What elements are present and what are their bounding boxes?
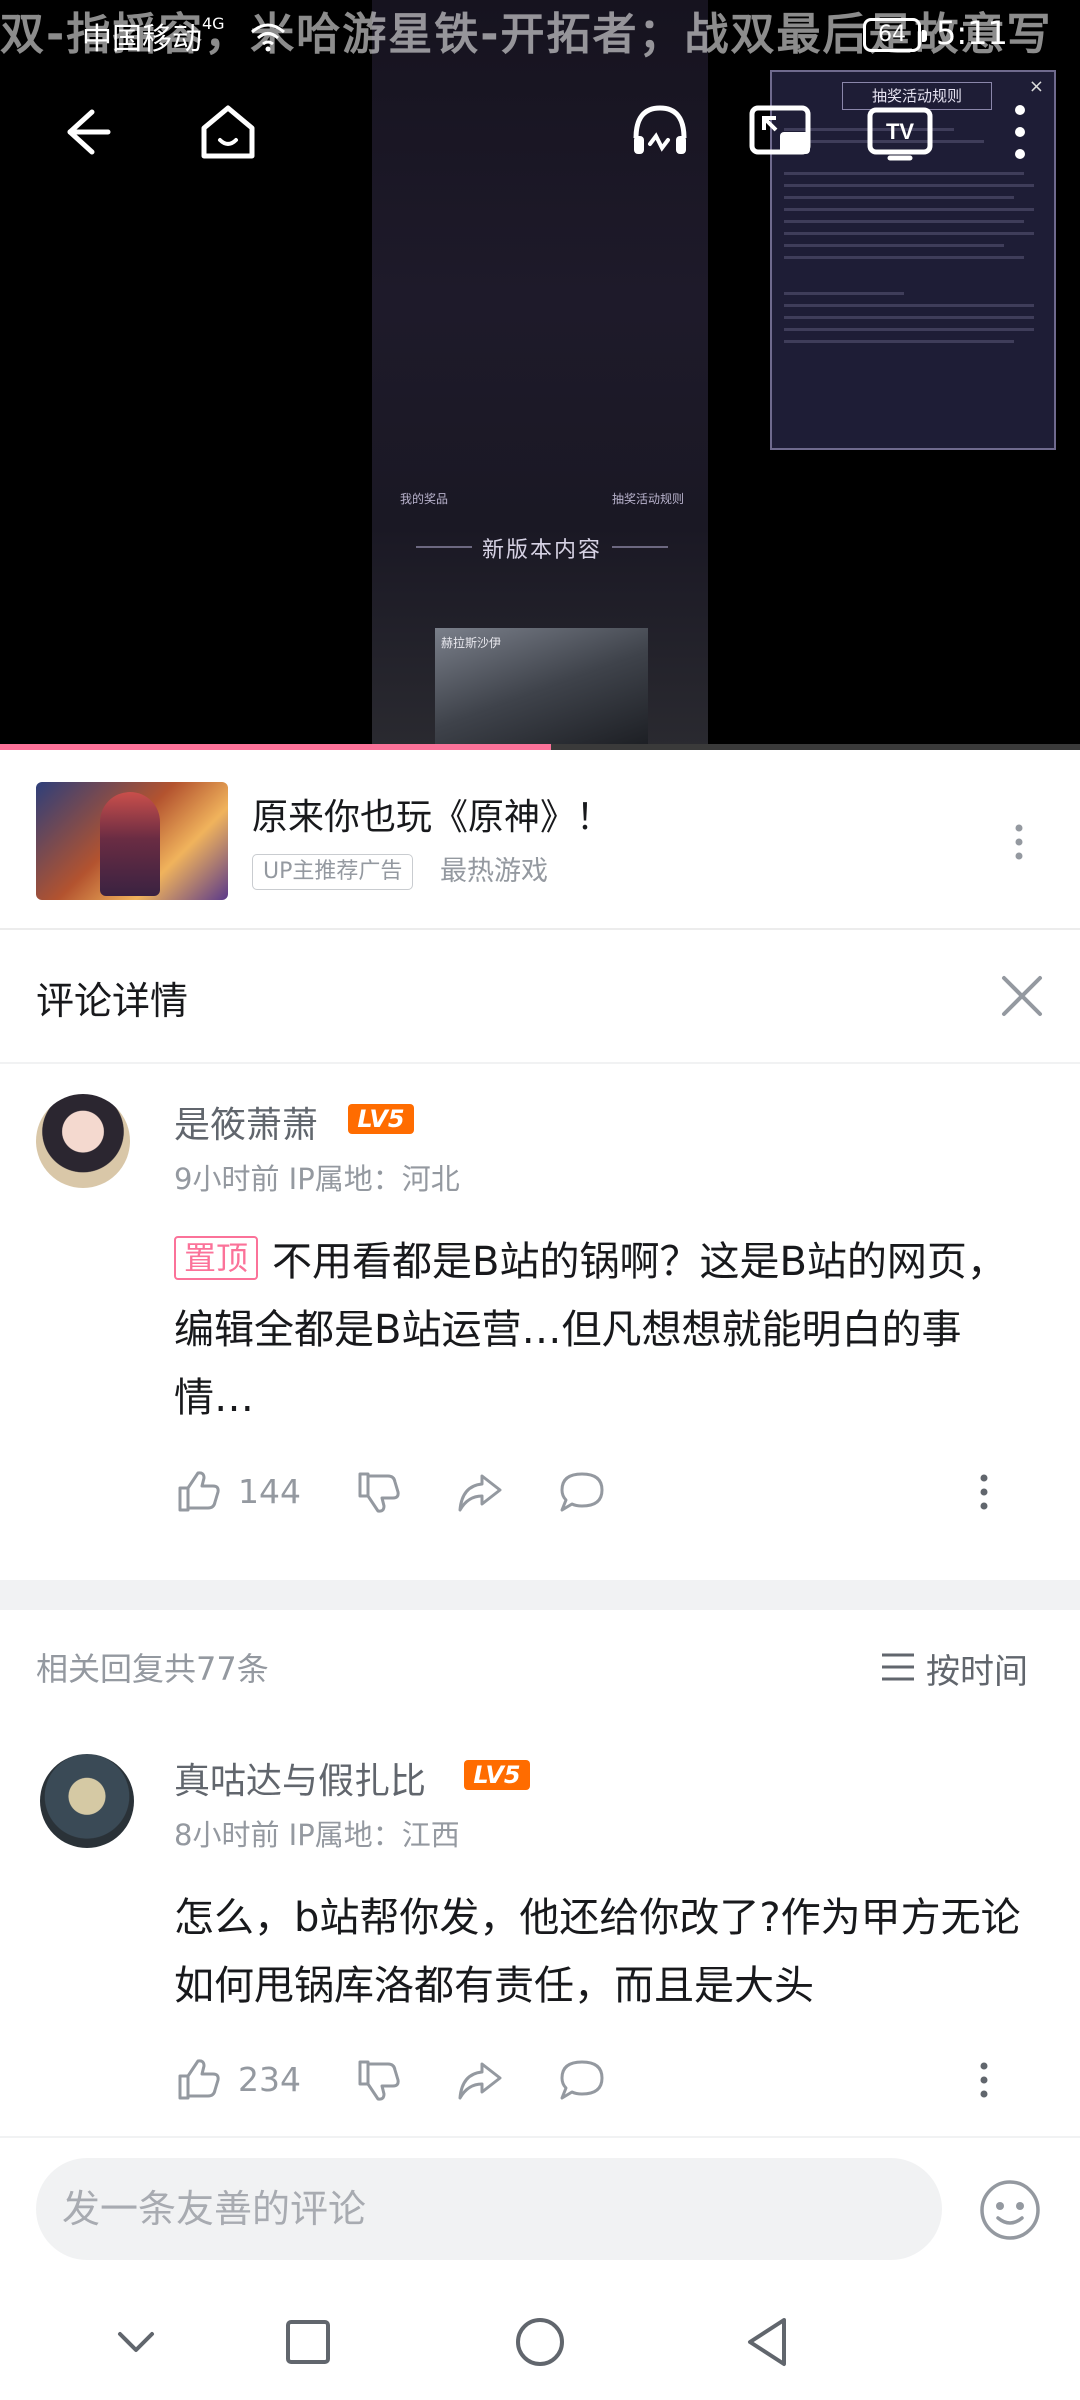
time-text: 8小时前	[174, 1818, 280, 1852]
audio-mode-button[interactable]	[624, 96, 696, 168]
audio-icon	[633, 105, 687, 154]
ad-banner[interactable]: 原来你也玩《原神》！ UP主推荐广告 最热游戏	[0, 750, 1080, 930]
video-player[interactable]: 抽奖活动规则 × 我的奖品 抽奖活动规则 新版本内容 赫拉斯沙伊 双-指摇容，米…	[0, 0, 1080, 750]
reply-username[interactable]: 真咕达与假扎比	[174, 1752, 426, 1804]
close-icon[interactable]	[998, 972, 1046, 1020]
replies-count: 相关回复共77条	[36, 1650, 269, 1688]
more-icon	[1015, 105, 1025, 159]
ad-source: 最热游戏	[440, 856, 548, 887]
pip-button[interactable]	[744, 96, 816, 168]
comment-more-icon[interactable]	[972, 1468, 996, 1516]
comment-body: 不用看都是B站的锅啊？这是B站的网页，编辑全都是B站运营…但凡想想就能明白的事情…	[174, 1239, 1007, 1421]
home-icon	[201, 105, 255, 159]
sort-button[interactable]: 按时间	[926, 1644, 1028, 1693]
dialog-close-icon: ×	[1028, 76, 1044, 97]
like-icon[interactable]	[174, 2056, 222, 2104]
new-version-label: 新版本内容	[481, 538, 602, 563]
tv-cast-icon: TV	[867, 107, 933, 161]
network-type: 4G	[202, 14, 225, 33]
level-badge: LV5	[348, 1104, 414, 1134]
ad-title[interactable]: 原来你也玩《原神》！	[252, 788, 612, 840]
comment-input[interactable]	[36, 2158, 942, 2260]
home-button[interactable]	[192, 96, 264, 168]
time-text: 9小时前	[174, 1162, 280, 1196]
comment-text: 置顶 不用看都是B站的锅啊？这是B站的网页，编辑全都是B站运营…但凡想想就能明白的…	[174, 1228, 1034, 1432]
share-icon[interactable]	[456, 2056, 504, 2104]
reply-time: 8小时前 IP属地：江西	[174, 1812, 460, 1854]
avatar[interactable]	[36, 1094, 130, 1188]
reply-more-icon[interactable]	[972, 2056, 996, 2104]
sort-icon[interactable]	[880, 1650, 918, 1684]
thumbnail-label: 赫拉斯沙伊	[441, 636, 502, 650]
status-bar: 中国移动4G 64 5:11	[0, 0, 1080, 70]
more-options-button[interactable]	[984, 96, 1056, 168]
pinned-badge: 置顶	[174, 1236, 259, 1280]
share-icon[interactable]	[456, 1468, 504, 1516]
ip-location: IP属地：河北	[288, 1162, 460, 1196]
carrier-name: 中国移动4G	[82, 14, 225, 58]
my-prize-label: 我的奖品	[400, 492, 449, 506]
like-count: 144	[238, 1472, 301, 1511]
back-icon	[67, 109, 111, 155]
back-button[interactable]	[48, 96, 120, 168]
pip-icon	[749, 105, 811, 155]
battery-icon: 64	[863, 18, 927, 52]
comment-detail-title: 评论详情	[36, 979, 189, 1023]
carrier-text: 中国移动	[82, 22, 202, 57]
comment-detail-header: 评论详情	[0, 930, 1080, 1064]
clock: 5:11	[936, 14, 1008, 52]
reply-icon[interactable]	[558, 1468, 606, 1516]
rules-label: 抽奖活动规则	[612, 492, 685, 506]
comment-input-bar	[0, 2136, 1080, 2286]
ad-more-icon[interactable]	[1003, 818, 1035, 866]
system-nav-bar	[0, 2286, 1080, 2400]
home-nav-icon[interactable]	[508, 2310, 572, 2374]
main-comment: 是筱萧萧 LV5 9小时前 IP属地：河北 置顶 不用看都是B站的锅啊？这是B站的…	[0, 1064, 1080, 1580]
like-icon[interactable]	[174, 1468, 222, 1516]
recents-icon[interactable]	[276, 2310, 340, 2374]
level-badge: LV5	[464, 1760, 530, 1790]
back-nav-icon[interactable]	[736, 2310, 800, 2374]
section-divider	[0, 1580, 1080, 1610]
reply-icon[interactable]	[558, 2056, 606, 2104]
svg-text:TV: TV	[886, 119, 914, 144]
ip-location: IP属地：江西	[288, 1818, 460, 1852]
reply-text: 怎么，b站帮你发，他还给你改了?作为甲方无论如何甩锅库洛都有责任，而且是大头	[174, 1895, 1021, 2009]
comment-username[interactable]: 是筱萧萧	[174, 1096, 318, 1148]
dislike-icon[interactable]	[354, 2056, 402, 2104]
chevron-down-icon[interactable]	[104, 2310, 168, 2374]
ad-tag: UP主推荐广告	[252, 854, 414, 890]
emoji-icon[interactable]	[978, 2178, 1042, 2242]
ad-thumbnail[interactable]	[36, 782, 228, 900]
dislike-icon[interactable]	[354, 1468, 402, 1516]
wifi-icon	[251, 23, 285, 52]
reply-item: 真咕达与假扎比 LV5 8小时前 IP属地：江西 怎么，b站帮你发，他还给你改了…	[0, 1730, 1080, 2130]
comment-time: 9小时前 IP属地：河北	[174, 1156, 460, 1198]
tv-cast-button[interactable]: TV	[864, 96, 936, 168]
avatar[interactable]	[40, 1754, 134, 1848]
like-count: 234	[238, 2060, 301, 2099]
content-thumbnail: 赫拉斯沙伊	[435, 628, 648, 750]
